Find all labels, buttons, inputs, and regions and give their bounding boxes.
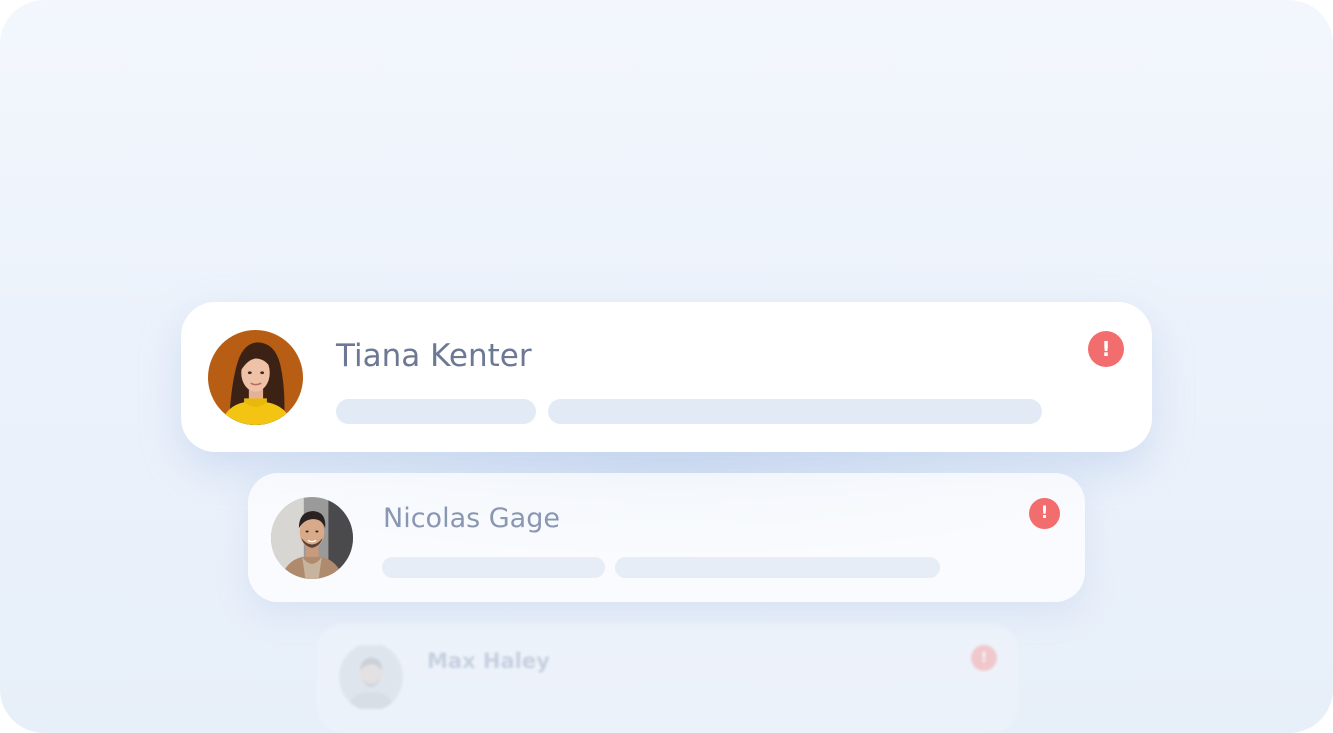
man-avatar-icon xyxy=(339,645,403,709)
alert-exclamation-icon[interactable]: ! xyxy=(1029,498,1060,529)
notification-card-nicolas[interactable]: Nicolas Gage ! xyxy=(248,473,1085,602)
avatar xyxy=(339,643,403,711)
notification-card-max[interactable]: Max Haley ! xyxy=(317,623,1018,733)
placeholder-line-short xyxy=(382,557,605,578)
contact-name: Tiana Kenter xyxy=(336,338,532,374)
alert-exclamation-icon[interactable]: ! xyxy=(971,645,997,671)
notification-card-tiana[interactable]: Tiana Kenter ! xyxy=(181,302,1152,452)
avatar xyxy=(208,330,303,425)
notification-stack-canvas: Tiana Kenter ! Nicolas Gage ! Max Haley … xyxy=(0,0,1333,733)
alert-exclamation-icon[interactable]: ! xyxy=(1088,331,1124,367)
avatar xyxy=(271,497,353,579)
contact-name: Nicolas Gage xyxy=(383,503,560,534)
man-avatar-icon xyxy=(271,497,353,579)
contact-name: Max Haley xyxy=(427,649,550,673)
placeholder-line-long xyxy=(615,557,940,578)
woman-avatar-icon xyxy=(208,330,303,425)
placeholder-line-long xyxy=(548,399,1042,424)
placeholder-line-short xyxy=(336,399,536,424)
